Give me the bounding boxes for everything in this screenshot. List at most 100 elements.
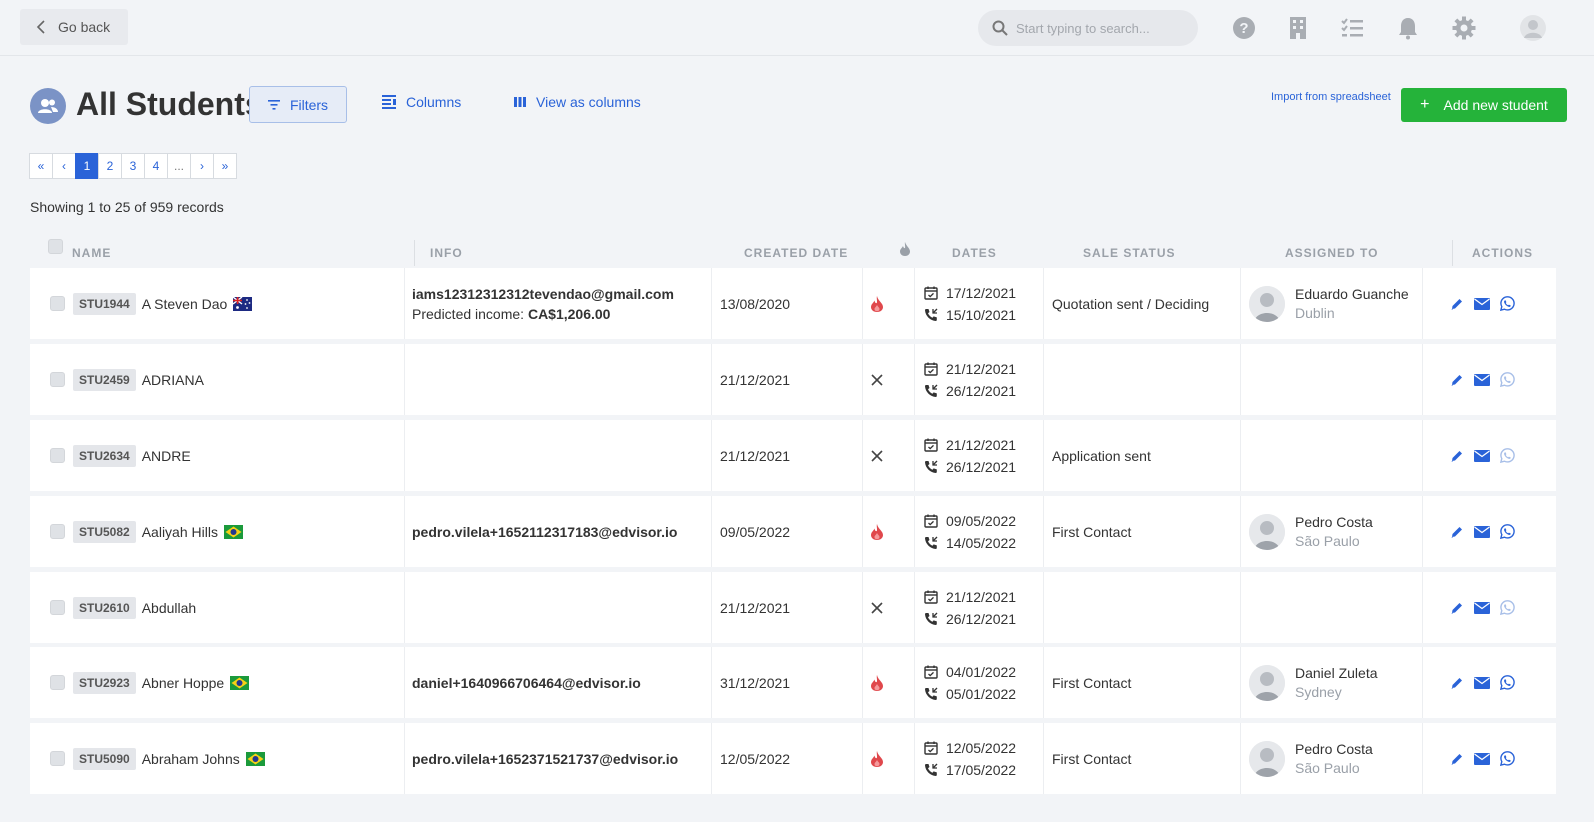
email-icon[interactable] xyxy=(1474,297,1490,310)
help-icon[interactable]: ? xyxy=(1232,16,1256,40)
go-back-label: Go back xyxy=(58,19,111,35)
column-header-hot[interactable] xyxy=(900,242,910,259)
row-checkbox[interactable] xyxy=(50,572,65,643)
student-name[interactable]: ANDRE xyxy=(142,448,191,464)
row-checkbox[interactable] xyxy=(50,723,65,794)
page-4[interactable]: 4 xyxy=(144,153,168,179)
page-prev[interactable]: ‹ xyxy=(52,153,76,179)
student-name[interactable]: Abdullah xyxy=(142,600,197,616)
column-header-name[interactable]: NAME xyxy=(72,246,111,260)
whatsapp-icon[interactable] xyxy=(1500,296,1515,311)
page-2[interactable]: 2 xyxy=(98,153,122,179)
row-checkbox[interactable] xyxy=(50,268,65,339)
student-name[interactable]: ADRIANA xyxy=(142,372,204,388)
student-name-cell[interactable]: STU1944 A Steven Dao xyxy=(73,268,253,339)
edit-pencil-icon[interactable] xyxy=(1450,601,1464,615)
info-cell: pedro.vilela+1652112317183@edvisor.io xyxy=(412,496,677,567)
whatsapp-icon[interactable] xyxy=(1500,372,1515,387)
created-date: 21/12/2021 xyxy=(720,599,791,616)
table-row[interactable]: STU5090 Abraham Johns pedro.vilela+1652371… xyxy=(30,723,1556,794)
search-icon xyxy=(992,20,1008,36)
page-next[interactable]: › xyxy=(190,153,214,179)
next-task-date: 21/12/2021 xyxy=(924,586,1016,608)
table-row[interactable]: STU2459 ADRIANA 21/12/2021 21/12/2021 26/12/… xyxy=(30,344,1556,415)
email-icon[interactable] xyxy=(1474,752,1490,765)
row-checkbox[interactable] xyxy=(50,496,65,567)
hot-lead-flame-icon xyxy=(871,750,883,767)
page-last[interactable]: » xyxy=(213,153,237,179)
student-name-cell[interactable]: STU5090 Abraham Johns xyxy=(73,723,265,794)
row-checkbox[interactable] xyxy=(50,344,65,415)
student-name-cell[interactable]: STU2923 Abner Hoppe xyxy=(73,647,250,718)
page-1[interactable]: 1 xyxy=(75,153,99,179)
assigned-agent[interactable]: Pedro Costa São Paulo xyxy=(1249,723,1373,794)
page-first[interactable]: « xyxy=(29,153,53,179)
student-name-cell[interactable]: STU2634 ANDRE xyxy=(73,420,191,491)
student-id-badge: STU1944 xyxy=(73,292,136,315)
student-name[interactable]: Aaliyah Hills xyxy=(142,524,218,540)
dates-cell: 09/05/2022 14/05/2022 xyxy=(924,496,1016,567)
column-header-info[interactable]: INFO xyxy=(430,246,463,260)
student-name[interactable]: Abraham Johns xyxy=(142,751,240,767)
phone-callback-icon xyxy=(925,460,938,473)
row-checkbox[interactable] xyxy=(50,647,65,718)
email-icon[interactable] xyxy=(1474,601,1490,614)
agent-avatar xyxy=(1249,740,1285,777)
student-id-badge: STU5082 xyxy=(73,520,136,543)
table-row[interactable]: STU1944 A Steven Dao iams12312312312tevend… xyxy=(30,268,1556,339)
search-box[interactable] xyxy=(978,10,1198,46)
tasks-icon[interactable] xyxy=(1340,16,1364,40)
bell-icon[interactable] xyxy=(1396,16,1420,40)
select-all-checkbox[interactable] xyxy=(48,239,63,254)
whatsapp-icon[interactable] xyxy=(1500,448,1515,463)
calendar-check-icon xyxy=(924,362,938,376)
student-name[interactable]: A Steven Dao xyxy=(142,296,228,312)
page-3[interactable]: 3 xyxy=(121,153,145,179)
whatsapp-icon[interactable] xyxy=(1500,524,1515,539)
column-header-sale-status[interactable]: SALE STATUS xyxy=(1083,246,1176,260)
user-avatar-icon[interactable] xyxy=(1520,15,1546,41)
student-name-cell[interactable]: STU2610 Abdullah xyxy=(73,572,196,643)
next-call-date: 26/12/2021 xyxy=(924,456,1016,478)
columns-button[interactable]: Columns xyxy=(382,94,461,110)
assigned-agent[interactable]: Eduardo Guanche Dublin xyxy=(1249,268,1409,339)
email-icon[interactable] xyxy=(1474,449,1490,462)
whatsapp-icon[interactable] xyxy=(1500,751,1515,766)
email-icon[interactable] xyxy=(1474,373,1490,386)
table-row[interactable]: STU5082 Aaliyah Hills pedro.vilela+1652112… xyxy=(30,496,1556,567)
go-back-button[interactable]: Go back xyxy=(20,9,128,45)
email-icon[interactable] xyxy=(1474,525,1490,538)
student-name[interactable]: Abner Hoppe xyxy=(142,675,225,691)
edit-pencil-icon[interactable] xyxy=(1450,373,1464,387)
import-from-spreadsheet-link[interactable]: Import from spreadsheet xyxy=(1271,91,1391,103)
email-icon[interactable] xyxy=(1474,676,1490,689)
edit-pencil-icon[interactable] xyxy=(1450,676,1464,690)
column-header-assigned-to[interactable]: ASSIGNED TO xyxy=(1285,246,1378,260)
assigned-agent[interactable]: Pedro Costa São Paulo xyxy=(1249,496,1373,567)
building-icon[interactable] xyxy=(1286,16,1310,40)
add-new-student-button[interactable]: + Add new student xyxy=(1401,88,1567,122)
column-header-dates[interactable]: DATES xyxy=(952,246,997,260)
edit-pencil-icon[interactable] xyxy=(1450,525,1464,539)
edit-pencil-icon[interactable] xyxy=(1450,449,1464,463)
student-name-cell[interactable]: STU2459 ADRIANA xyxy=(73,344,204,415)
column-header-created-date[interactable]: CREATED DATE xyxy=(744,246,848,260)
filters-button[interactable]: Filters xyxy=(249,86,347,123)
assigned-agent[interactable]: Daniel Zuleta Sydney xyxy=(1249,647,1378,718)
whatsapp-icon[interactable] xyxy=(1500,600,1515,615)
calendar-check-icon xyxy=(924,286,938,300)
edit-pencil-icon[interactable] xyxy=(1450,297,1464,311)
table-row[interactable]: STU2923 Abner Hoppe daniel+1640966706464@e… xyxy=(30,647,1556,718)
row-actions xyxy=(1450,344,1525,415)
search-input[interactable] xyxy=(1016,20,1176,36)
gear-icon[interactable] xyxy=(1452,16,1476,40)
edit-pencil-icon[interactable] xyxy=(1450,752,1464,766)
hot-lead-flame-icon xyxy=(871,295,883,312)
row-checkbox[interactable] xyxy=(50,420,65,491)
hot-lead-indicator xyxy=(871,344,883,415)
table-row[interactable]: STU2634 ANDRE 21/12/2021 21/12/2021 26/12/20… xyxy=(30,420,1556,491)
table-row[interactable]: STU2610 Abdullah 21/12/2021 21/12/2021 26/12… xyxy=(30,572,1556,643)
whatsapp-icon[interactable] xyxy=(1500,675,1515,690)
view-as-columns-button[interactable]: View as columns xyxy=(514,94,641,110)
student-name-cell[interactable]: STU5082 Aaliyah Hills xyxy=(73,496,243,567)
